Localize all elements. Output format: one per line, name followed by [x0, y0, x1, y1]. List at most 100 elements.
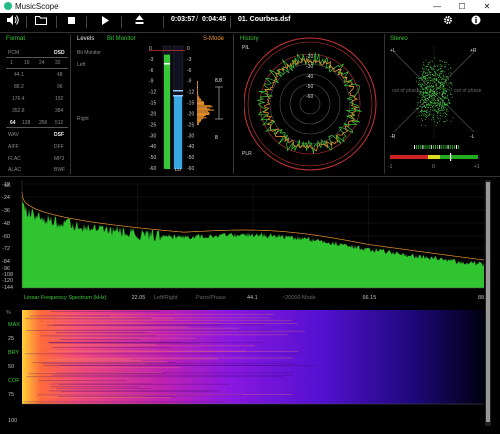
level-scale-label: 0	[187, 46, 190, 52]
track-name: 01. Courbes.dsf	[238, 16, 291, 23]
stereo-point	[447, 69, 449, 70]
spectrogram-stripe	[41, 362, 295, 364]
stereo-point	[452, 117, 454, 119]
stereo-point	[437, 66, 438, 67]
stereo-point	[427, 74, 429, 76]
stereo-point	[425, 110, 427, 112]
correlation-tick	[458, 145, 460, 149]
spectrum-x-tick: 66.15	[363, 295, 377, 301]
correlation-tick	[432, 145, 434, 149]
stereo-point	[426, 79, 428, 81]
volume-icon[interactable]	[6, 15, 20, 29]
stereo-point	[425, 90, 426, 92]
stereo-point	[424, 102, 425, 103]
maximize-button[interactable]: ☐	[453, 1, 471, 12]
stereo-point	[443, 83, 445, 84]
stereo-point	[450, 120, 452, 122]
stereo-point	[421, 77, 423, 79]
spectrogram-row-label: 50	[8, 364, 14, 370]
s-mode-bin	[197, 87, 198, 89]
stereo-point	[440, 112, 441, 114]
stereo-point	[436, 101, 438, 103]
folder-icon[interactable]	[34, 15, 48, 29]
stereo-point	[444, 64, 446, 66]
level-scale-label: -30	[149, 133, 156, 139]
stereo-point	[445, 113, 446, 114]
s-mode-bin	[197, 118, 203, 120]
bit-monitor-tab[interactable]: Bit Monitor	[107, 36, 136, 42]
stereo-point	[427, 116, 428, 117]
spectrogram-stripe	[42, 360, 142, 361]
stereo-point	[418, 82, 420, 84]
stereo-point	[443, 113, 445, 114]
stereo-point	[448, 64, 450, 66]
mode-left-right[interactable]: Left/Right	[154, 295, 178, 301]
history-plr-trace	[262, 57, 359, 152]
stereo-point	[438, 82, 440, 83]
stereo-point	[427, 82, 428, 83]
stereo-point	[433, 118, 435, 120]
stereo-point	[428, 69, 429, 71]
s-mode-bin	[197, 122, 199, 124]
s-mode-tab[interactable]: S-Mode	[203, 36, 224, 42]
vertical-scrollbar[interactable]	[485, 180, 491, 426]
info-icon[interactable]	[470, 15, 482, 29]
stereo-point	[425, 75, 427, 77]
stereo-point	[436, 117, 438, 118]
spectrogram-stripe	[50, 311, 161, 312]
spectrogram-stripe	[58, 396, 177, 397]
stereo-point	[429, 92, 430, 93]
stereo-point	[437, 111, 439, 112]
stereo-point	[430, 60, 431, 62]
stereo-point	[428, 86, 430, 88]
close-button[interactable]: ✕	[478, 1, 496, 12]
stereo-point	[422, 84, 423, 85]
stereo-point	[432, 90, 434, 92]
minimize-button[interactable]: —	[428, 1, 446, 12]
stereo-point	[437, 112, 439, 113]
stereo-point	[425, 95, 427, 97]
mode-20000[interactable]: ~20000 Mode	[282, 295, 316, 301]
mode-parts-phase[interactable]: Parts/Phase	[196, 295, 226, 301]
stereo-point	[439, 87, 440, 89]
scrollbar-thumb[interactable]	[486, 182, 490, 422]
stereo-point	[431, 80, 432, 82]
s-mode-bin	[197, 92, 198, 93]
level-scale-label: -12	[187, 90, 194, 96]
correlation-tick	[437, 145, 439, 149]
right-level-bar	[174, 95, 182, 169]
s-mode-bin	[197, 104, 205, 106]
stereo-point	[419, 85, 421, 87]
stereo-point	[428, 79, 430, 81]
stereo-point	[442, 78, 444, 79]
stereo-point	[432, 102, 434, 104]
stereo-point	[450, 89, 452, 91]
eject-icon[interactable]	[133, 15, 145, 29]
spectrum-y-tick: -72	[2, 246, 10, 252]
play-icon[interactable]	[100, 15, 112, 29]
stereo-point	[422, 76, 424, 78]
stereo-point	[432, 93, 434, 94]
stereo-point	[435, 94, 437, 95]
stereo-point	[424, 87, 426, 89]
gear-icon[interactable]	[442, 15, 454, 29]
stereo-point	[430, 103, 431, 105]
codec-value: WAV	[8, 132, 19, 138]
stereo-point	[433, 66, 435, 67]
stereo-point	[450, 88, 452, 90]
stereo-point	[433, 89, 434, 91]
stereo-point	[433, 71, 435, 72]
spectrum-y-tick: -36	[2, 208, 10, 214]
spectrogram-stripe	[32, 362, 176, 363]
stereo-point	[427, 66, 428, 67]
stop-icon[interactable]	[66, 15, 78, 29]
stereo-point	[435, 73, 436, 75]
stereo-point	[442, 103, 444, 105]
level-scale-label: -15	[187, 101, 194, 107]
window-title: MusicScope	[15, 2, 59, 11]
stereo-point	[444, 121, 446, 123]
levels-panel: Levels Bit Monitor S-Mode Bit Monitor Le…	[73, 34, 234, 174]
spectrogram-stripe	[26, 357, 293, 359]
stereo-point	[422, 106, 424, 108]
stereo-point	[424, 118, 426, 120]
